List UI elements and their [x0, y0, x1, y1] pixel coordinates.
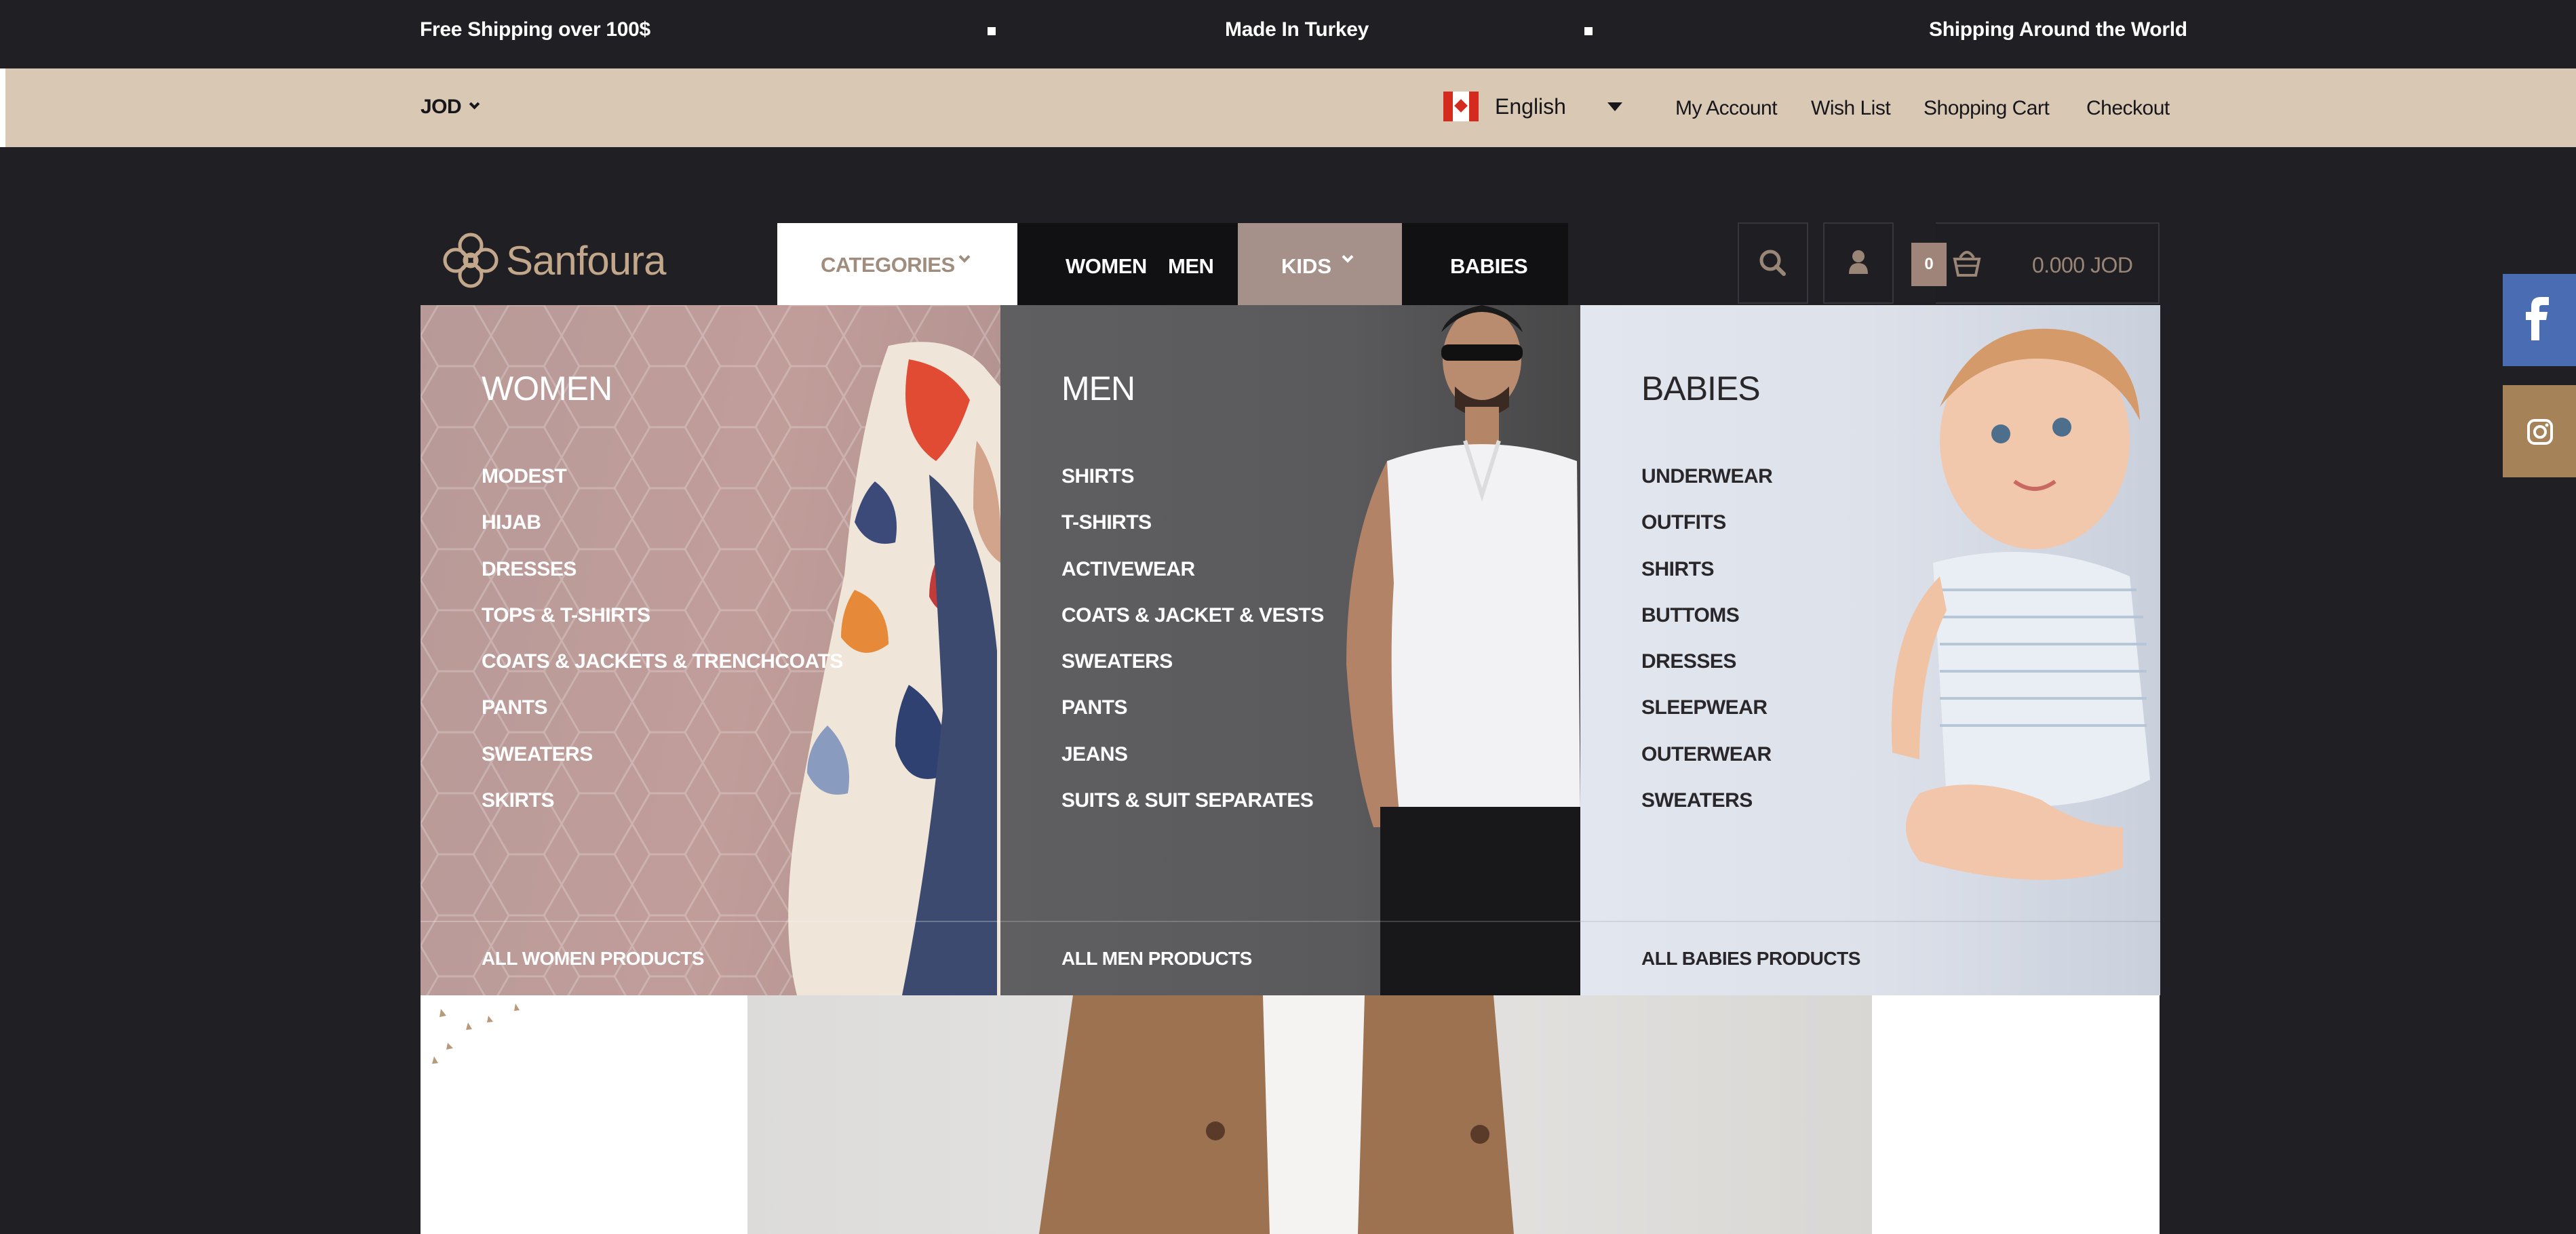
chevron-down-icon — [1342, 251, 1354, 263]
men-item-sweaters[interactable]: SWEATERS — [1061, 650, 1324, 696]
men-heading[interactable]: MEN — [1061, 369, 1135, 408]
instagram-icon — [2527, 419, 2553, 445]
divider — [1580, 921, 2160, 922]
promo-separator — [1584, 27, 1593, 35]
promo-separator — [988, 27, 996, 35]
search-button[interactable] — [1738, 222, 1808, 304]
mega-panel-men: MEN SHIRTS T-SHIRTS ACTIVEWEAR COATS & J… — [1000, 305, 1580, 995]
nav-babies[interactable]: BABIES — [1450, 254, 1528, 279]
all-women-products-link[interactable]: ALL WOMEN PRODUCTS — [482, 948, 705, 970]
categories-label: CATEGORIES — [821, 253, 955, 277]
my-account-link[interactable]: My Account — [1675, 97, 1778, 120]
sanfoura-logo-icon — [443, 233, 499, 288]
divider — [1000, 921, 1580, 922]
currency-label: JOD — [421, 96, 462, 118]
promo-free-shipping: Free Shipping over 100$ — [420, 18, 650, 41]
all-babies-products-link[interactable]: ALL BABIES PRODUCTS — [1641, 948, 1860, 970]
mega-panel-babies: BABIES UNDERWEAR OUTFITS SHIRTS BUTTOMS … — [1580, 305, 2160, 995]
instagram-button[interactable] — [2503, 385, 2576, 477]
women-item-skirts[interactable]: SKIRTS — [482, 789, 843, 835]
men-item-pants[interactable]: PANTS — [1061, 696, 1324, 742]
chevron-down-icon — [958, 251, 971, 263]
basket-icon — [1953, 251, 1981, 277]
babies-item-buttoms[interactable]: BUTTOMS — [1641, 604, 1772, 650]
top-utility-bar: JOD English My Account Wish List Shoppin… — [0, 68, 2576, 147]
men-item-suits[interactable]: SUITS & SUIT SEPARATES — [1061, 789, 1324, 835]
decorative-leaves — [432, 1003, 520, 1064]
logo-text: Sanfoura — [506, 238, 667, 283]
babies-item-sweaters[interactable]: SWEATERS — [1641, 789, 1772, 835]
babies-item-sleepwear[interactable]: SLEEPWEAR — [1641, 696, 1772, 742]
men-item-activewear[interactable]: ACTIVEWEAR — [1061, 558, 1324, 604]
nav-men[interactable]: MEN — [1168, 254, 1214, 279]
cart-count-badge: 0 — [1911, 243, 1947, 286]
wish-list-link[interactable]: Wish List — [1811, 97, 1891, 120]
currency-selector[interactable]: JOD — [421, 96, 480, 119]
nav-kids[interactable]: KIDS — [1238, 223, 1402, 305]
babies-item-underwear[interactable]: UNDERWEAR — [1641, 465, 1773, 511]
women-category-list: MODEST HIJAB DRESSES TOPS & T-SHIRTS COA… — [482, 465, 843, 835]
search-icon — [1759, 250, 1786, 276]
babies-item-shirts[interactable]: SHIRTS — [1641, 558, 1772, 604]
women-item-coats[interactable]: COATS & JACKETS & TRENCHCOATS — [482, 650, 843, 696]
facebook-button[interactable] — [2503, 274, 2576, 366]
nav-kids-label: KIDS — [1281, 254, 1332, 278]
babies-item-outerwear[interactable]: OUTERWEAR — [1641, 743, 1772, 789]
man-polo-photo — [1346, 305, 1580, 995]
shopping-cart-link[interactable]: Shopping Cart — [1924, 97, 2050, 120]
facebook-icon — [2526, 297, 2549, 340]
women-item-tops[interactable]: TOPS & T-SHIRTS — [482, 604, 843, 650]
babies-item-outfits[interactable]: OUTFITS — [1641, 511, 1772, 557]
account-button[interactable] — [1823, 222, 1894, 304]
hero-image[interactable] — [747, 995, 1872, 1234]
promo-bar: Free Shipping over 100$ Made In Turkey S… — [0, 0, 2576, 65]
babies-category-list: UNDERWEAR OUTFITS SHIRTS BUTTOMS DRESSES… — [1641, 465, 1773, 835]
canada-flag-icon[interactable] — [1443, 92, 1479, 121]
hero-banner — [421, 995, 2160, 1234]
women-item-modest[interactable]: MODEST — [482, 465, 843, 511]
women-item-hijab[interactable]: HIJAB — [482, 511, 843, 557]
cart-total[interactable]: 0.000 JOD — [2032, 253, 2133, 278]
language-selector[interactable]: English — [1495, 94, 1566, 119]
user-icon — [1849, 250, 1868, 274]
baby-photo — [1891, 328, 2150, 880]
divider — [421, 921, 1000, 922]
caret-down-icon[interactable] — [1607, 102, 1622, 111]
promo-shipping-world: Shipping Around the World — [1929, 18, 2187, 41]
women-heading[interactable]: WOMEN — [482, 369, 612, 408]
women-item-pants[interactable]: PANTS — [482, 696, 843, 742]
checkout-link[interactable]: Checkout — [2086, 97, 2170, 120]
women-item-dresses[interactable]: DRESSES — [482, 558, 843, 604]
men-item-coats[interactable]: COATS & JACKET & VESTS — [1061, 604, 1324, 650]
promo-made-in-turkey: Made In Turkey — [1225, 18, 1369, 41]
categories-button[interactable]: CATEGORIES — [777, 223, 1017, 305]
men-category-list: SHIRTS T-SHIRTS ACTIVEWEAR COATS & JACKE… — [1061, 465, 1324, 835]
babies-item-dresses[interactable]: DRESSES — [1641, 650, 1772, 696]
mega-menu: WOMEN MODEST HIJAB DRESSES TOPS & T-SHIR… — [421, 305, 2160, 995]
women-item-sweaters[interactable]: SWEATERS — [482, 743, 843, 789]
babies-heading[interactable]: BABIES — [1641, 369, 1761, 408]
model-photo — [1039, 995, 1514, 1234]
nav-women[interactable]: WOMEN — [1066, 254, 1147, 279]
all-men-products-link[interactable]: ALL MEN PRODUCTS — [1061, 948, 1252, 970]
mega-panel-women: WOMEN MODEST HIJAB DRESSES TOPS & T-SHIR… — [421, 305, 1000, 995]
men-item-shirts[interactable]: SHIRTS — [1061, 465, 1324, 511]
men-item-tshirts[interactable]: T-SHIRTS — [1061, 511, 1324, 557]
site-logo[interactable]: Sanfoura — [442, 226, 673, 294]
men-item-jeans[interactable]: JEANS — [1061, 743, 1324, 789]
chevron-down-icon — [469, 98, 480, 110]
